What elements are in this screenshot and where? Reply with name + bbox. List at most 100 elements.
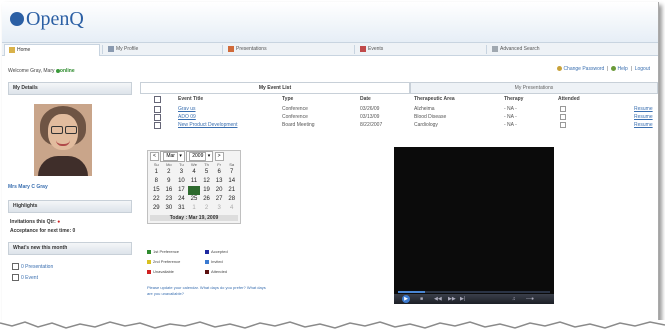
calendar-day[interactable]: 28 (225, 195, 238, 204)
video-player[interactable]: ▶ ■ ◀◀ ▶▶ ▶| ♫ —● (394, 147, 554, 304)
logout-link[interactable]: Logout (635, 66, 650, 72)
calendar-day[interactable]: 22 (150, 195, 163, 204)
today-button[interactable]: Today : Mar 19, 2009 (150, 215, 238, 221)
calendar-day[interactable]: 3 (213, 204, 226, 213)
calendar-day[interactable]: 16 (163, 186, 176, 195)
month-select[interactable]: Mar ▾ (160, 151, 185, 162)
tab-home[interactable]: Home (4, 44, 100, 56)
events-icon (360, 45, 366, 52)
resume-link[interactable]: Resume (634, 114, 653, 121)
calendar-day[interactable]: 4 (188, 168, 201, 177)
volume-slider[interactable]: —● (526, 296, 534, 302)
video-progress-bar[interactable] (398, 291, 550, 293)
volume-icon[interactable]: ♫ (512, 296, 516, 302)
calendar-day[interactable]: 9 (163, 177, 176, 186)
tab-my-event-list[interactable]: My Event List (140, 82, 410, 93)
calendar-day[interactable]: 2 (163, 168, 176, 177)
change-password-link[interactable]: Change Password (563, 66, 604, 72)
calendar-widget: < Mar ▾ 2009 ▾ > Su Mo Tu We Th Fr Sa 1 2 3 4 5 6 7 8 9… (147, 150, 241, 224)
play-button[interactable]: ▶ (402, 295, 410, 303)
attended-checkbox[interactable] (560, 122, 566, 129)
event-icon (12, 274, 19, 281)
table-header: Event Title Type Date Therapeutic Area T… (140, 96, 658, 103)
calendar-day[interactable]: 10 (175, 177, 188, 186)
calendar-day[interactable]: 6 (213, 168, 226, 177)
help-link[interactable]: Help (618, 66, 628, 72)
resume-link[interactable]: Resume (634, 106, 653, 113)
tab-my-profile[interactable]: My Profile (108, 44, 218, 55)
new-event-link[interactable]: 0 Event (8, 274, 132, 281)
sidebar: My Details Mrs Mary C Gray Highlights In… (8, 82, 132, 281)
resume-link[interactable]: Resume (634, 122, 653, 129)
calendar-day[interactable]: 21 (225, 186, 238, 195)
whats-new-header: What's new this month (8, 242, 132, 255)
calendar-day[interactable]: 31 (175, 204, 188, 213)
torn-edge (0, 320, 665, 333)
event-title-link[interactable]: Grav us (178, 106, 196, 113)
calendar-day[interactable]: 12 (200, 177, 213, 186)
calendar-day[interactable]: 27 (213, 195, 226, 204)
legend-item: Invited (205, 259, 223, 264)
profile-name[interactable]: Mrs Mary C Gray (8, 184, 132, 190)
calendar-day[interactable]: 19 (200, 186, 213, 195)
calendar-day[interactable]: 7 (225, 168, 238, 177)
calendar-day[interactable]: 25 (188, 195, 201, 204)
calendar-day[interactable]: 29 (150, 204, 163, 213)
calendar-day[interactable]: 20 (213, 186, 226, 195)
calendar-day[interactable]: 3 (175, 168, 188, 177)
calendar-day[interactable]: 18 (187, 186, 201, 195)
search-icon (492, 45, 498, 52)
legend-item: Accepted (205, 249, 228, 254)
calendar-day[interactable]: 5 (200, 168, 213, 177)
calendar-day[interactable]: 8 (150, 177, 163, 186)
presentation-icon (228, 45, 234, 52)
new-presentation-link[interactable]: 0 Presentation (8, 263, 132, 270)
content-tabs: My Event List My Presentations (140, 82, 658, 93)
calendar-day[interactable]: 17 (175, 186, 188, 195)
next-icon[interactable]: ▶| (460, 296, 465, 302)
calendar-day[interactable]: 13 (213, 177, 226, 186)
calendar-day[interactable]: 30 (163, 204, 176, 213)
calendar-day[interactable]: 1 (150, 168, 163, 177)
stop-icon[interactable]: ■ (420, 296, 423, 302)
attended-checkbox[interactable] (560, 114, 566, 121)
rewind-icon[interactable]: ◀◀ (434, 296, 442, 302)
main-nav: Home My Profile Presentations Events Adv… (2, 43, 658, 56)
tab-events[interactable]: Events (360, 44, 480, 55)
presentation-icon (12, 263, 19, 270)
online-status: online (59, 68, 75, 74)
event-icon[interactable] (154, 122, 161, 132)
next-month-button[interactable]: > (214, 152, 224, 161)
table-row: ADO 09 Conference 03/13/09 Blood Disease… (140, 114, 658, 121)
year-select[interactable]: 2009 ▾ (186, 151, 214, 162)
openq-logo[interactable]: OpenQ (10, 8, 84, 31)
tab-my-presentations[interactable]: My Presentations (410, 82, 658, 93)
top-links: Change Password | Help | Logout (557, 66, 650, 72)
event-title-link[interactable]: ADO 09 (178, 114, 196, 121)
attended-checkbox[interactable] (560, 106, 566, 113)
calendar-day[interactable]: 2 (200, 204, 213, 213)
acceptance-count: Acceptance for next time: 0 (10, 228, 76, 234)
calendar-day[interactable]: 11 (188, 177, 201, 186)
prev-month-button[interactable]: < (150, 152, 159, 161)
home-icon (9, 46, 15, 53)
tab-presentations[interactable]: Presentations (228, 44, 348, 55)
profile-photo (34, 104, 92, 176)
header-bar: OpenQ (2, 2, 658, 43)
calendar-day[interactable]: 26 (200, 195, 213, 204)
tab-advanced-search[interactable]: Advanced Search (492, 44, 622, 55)
calendar-day[interactable]: 14 (225, 177, 238, 186)
forward-icon[interactable]: ▶▶ (448, 296, 456, 302)
calendar-day[interactable]: 1 (188, 204, 201, 213)
select-all-icon[interactable] (154, 96, 161, 106)
logo-text: OpenQ (26, 8, 84, 30)
my-details-header: My Details (8, 82, 132, 95)
calendar-day[interactable]: 4 (225, 204, 238, 213)
event-title-link[interactable]: New Product Development (178, 122, 237, 129)
calendar-day[interactable]: 24 (175, 195, 188, 204)
calendar-note[interactable]: Please update your calendar. What days d… (147, 285, 267, 297)
calendar-day[interactable]: 23 (163, 195, 176, 204)
calendar-day[interactable]: 15 (150, 186, 163, 195)
video-controls: ▶ ■ ◀◀ ▶▶ ▶| ♫ —● (394, 294, 554, 304)
app-window: OpenQ Home My Profile Presentations Even… (2, 2, 659, 324)
